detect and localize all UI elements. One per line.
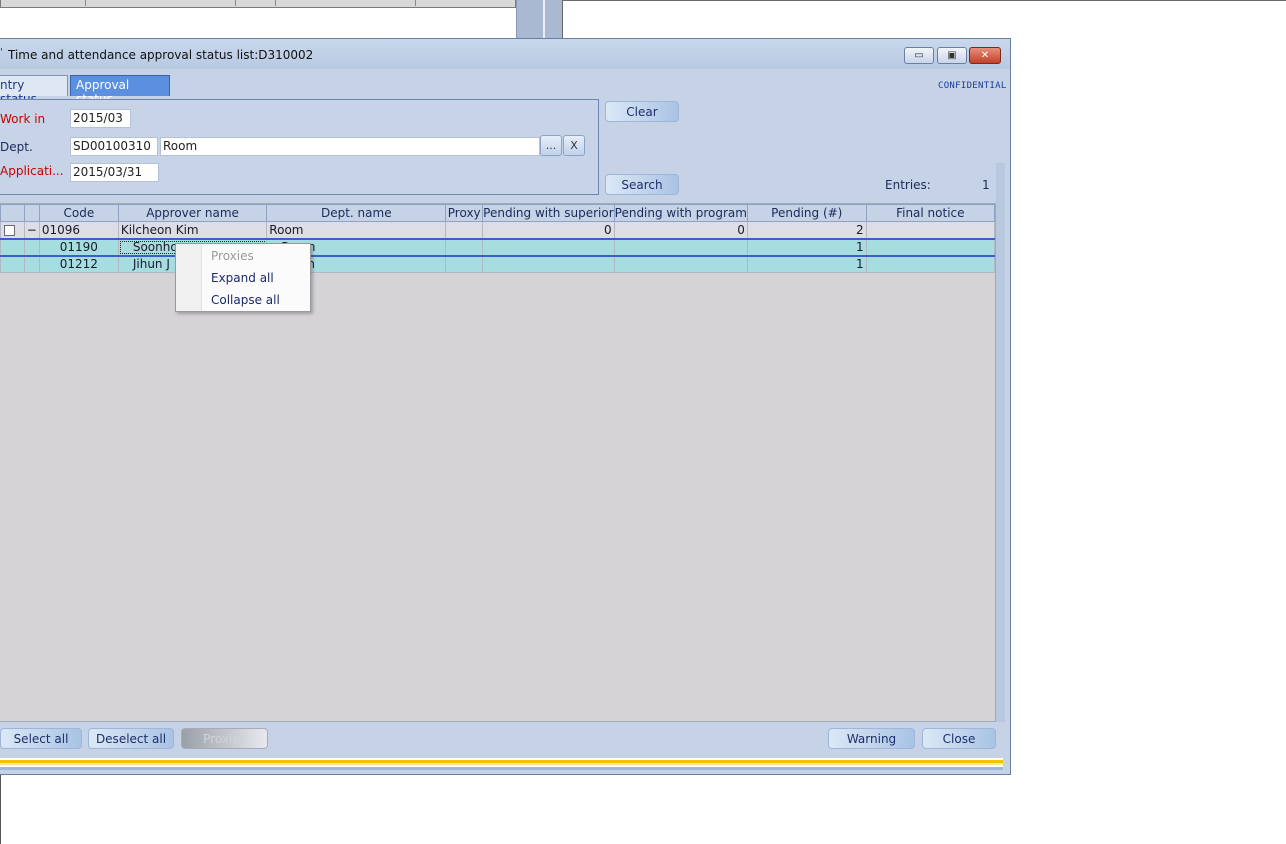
row-checkbox[interactable] — [4, 224, 15, 236]
entries-count: 1 — [982, 178, 990, 192]
code-cell: 01190 — [38, 237, 119, 257]
row-toggle[interactable]: − — [23, 221, 40, 239]
minimize-button[interactable]: ▭ — [904, 47, 934, 64]
context-menu-item-expand-all[interactable]: Expand all — [211, 271, 274, 285]
maximize-button[interactable]: ▣ — [937, 47, 967, 64]
approval-grid: Code Approver name Dept. name Proxy Pend… — [0, 203, 996, 722]
application-date-field[interactable]: 2015/03/31 — [70, 163, 159, 182]
background-window-edge — [0, 774, 1, 844]
header-separator — [415, 0, 416, 6]
pending-count-cell: 1 — [746, 237, 867, 257]
dept-clear-button[interactable]: X — [563, 135, 585, 156]
title-bar[interactable]: ' Time and attendance approval status li… — [0, 39, 1010, 69]
final-notice-cell — [865, 221, 996, 239]
strip-divider — [543, 0, 545, 40]
window-title: Time and attendance approval status list… — [8, 48, 314, 62]
row-select-cell[interactable] — [0, 255, 25, 273]
minimize-icon: ▭ — [914, 50, 924, 61]
proxy-cell — [445, 255, 484, 273]
app-icon: ' — [0, 47, 3, 58]
select-all-button[interactable]: Select all — [0, 728, 82, 749]
dept-label: Dept. — [0, 140, 33, 154]
dept-browse-button[interactable]: ... — [540, 135, 562, 156]
approval-table: Code Approver name Dept. name Proxy Pend… — [0, 204, 996, 273]
search-button[interactable]: Search — [605, 174, 679, 195]
pending-program-cell: 0 — [613, 221, 748, 239]
pending-count-cell: 2 — [746, 221, 867, 239]
dept-name-cell: Room — [266, 221, 447, 239]
final-notice-cell — [865, 255, 996, 273]
table-row[interactable]: 01190 Soonho Room 1 — [0, 237, 996, 257]
row-toggle — [23, 237, 40, 257]
dept-name-field[interactable]: Room — [160, 137, 540, 156]
close-window-button[interactable]: ✕ — [969, 47, 1001, 64]
dept-code-field[interactable]: SD00100310 — [70, 137, 158, 156]
confidential-label: CONFIDENTIAL — [938, 81, 1007, 91]
context-menu-item-proxies[interactable]: Proxies — [211, 249, 254, 263]
application-date-label: Applicati... — [0, 164, 64, 178]
proxy-cell — [445, 221, 484, 239]
background-window-header — [0, 0, 516, 8]
column-header-pending-superior[interactable]: Pending with superior — [482, 204, 615, 222]
column-header-select[interactable] — [0, 204, 25, 222]
table-row[interactable]: 01212 Jihun J m 1 — [0, 255, 996, 273]
column-header-final-notice[interactable]: Final notice — [865, 204, 996, 222]
tab-entry-status[interactable]: ntry status — [0, 75, 68, 106]
footer-stripes — [0, 758, 1003, 770]
pending-superior-cell — [482, 237, 615, 257]
background-window-strip — [516, 0, 562, 40]
work-in-field[interactable]: 2015/03 — [70, 109, 131, 128]
column-header-pending-program[interactable]: Pending with program — [613, 204, 748, 222]
proxies-button[interactable]: Proxies — [181, 728, 268, 749]
column-header-dept-name[interactable]: Dept. name — [266, 204, 447, 222]
pending-superior-cell — [482, 255, 615, 273]
close-button[interactable]: Close — [922, 728, 996, 749]
column-header-code[interactable]: Code — [38, 204, 119, 222]
approver-name-cell: Kilcheon Kim — [117, 221, 268, 239]
code-cell: 01212 — [38, 255, 119, 273]
table-row[interactable]: − 01096 Kilcheon Kim Room 0 0 2 — [0, 221, 996, 239]
context-menu-gutter — [176, 244, 202, 311]
background-right-window — [562, 0, 1286, 40]
approval-status-window: ' Time and attendance approval status li… — [0, 38, 1011, 775]
close-icon: ✕ — [980, 50, 990, 61]
table-header-row: Code Approver name Dept. name Proxy Pend… — [0, 204, 996, 222]
header-separator — [275, 0, 276, 6]
header-separator — [85, 0, 86, 6]
row-select-cell[interactable] — [0, 221, 25, 239]
deselect-all-button[interactable]: Deselect all — [88, 728, 174, 749]
column-header-proxy[interactable]: Proxy — [445, 204, 484, 222]
pending-superior-cell: 0 — [482, 221, 615, 239]
header-separator — [235, 0, 236, 6]
grid-side-strip — [996, 163, 1005, 723]
row-toggle — [23, 255, 40, 273]
context-menu: Proxies Expand all Collapse all — [175, 243, 311, 312]
code-cell: 01096 — [38, 221, 119, 239]
context-menu-item-collapse-all[interactable]: Collapse all — [211, 293, 280, 307]
maximize-icon: ▣ — [947, 50, 957, 61]
warning-button[interactable]: Warning — [828, 728, 915, 749]
column-header-approver-name[interactable]: Approver name — [117, 204, 268, 222]
pending-program-cell — [613, 255, 748, 273]
row-select-cell[interactable] — [0, 237, 25, 257]
pending-count-cell: 1 — [746, 255, 867, 273]
search-form-panel: Work in 2015/03 Dept. SD00100310 Room ..… — [0, 99, 599, 195]
column-header-toggle[interactable] — [23, 204, 40, 222]
work-in-label: Work in — [0, 112, 46, 126]
entries-label: Entries: — [885, 178, 931, 192]
column-header-pending-count[interactable]: Pending (#) — [746, 204, 867, 222]
final-notice-cell — [865, 237, 996, 257]
clear-button[interactable]: Clear — [605, 101, 679, 122]
pending-program-cell — [613, 237, 748, 257]
tab-approval-status[interactable]: Approval status — [70, 75, 170, 106]
proxy-cell — [445, 237, 484, 257]
